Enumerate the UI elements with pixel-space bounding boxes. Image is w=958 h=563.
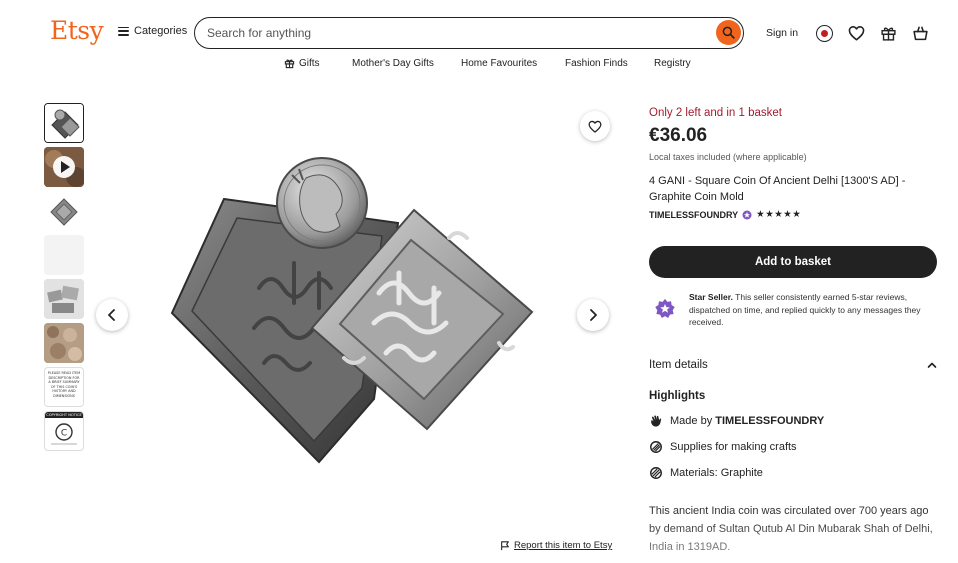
stock-notice: Only 2 left and in 1 basket <box>649 107 782 119</box>
shop-info: TIMELESSFOUNDRY ★★★★★ <box>649 209 801 220</box>
search-icon <box>722 26 735 39</box>
gallery-thumbnail-copyright[interactable]: COPYRIGHT NOTICE C <box>44 411 84 451</box>
subnav-label: Fashion Finds <box>565 58 628 69</box>
sign-in-link[interactable]: Sign in <box>766 27 798 39</box>
subnav-mothers-day[interactable]: Mother's Day Gifts <box>352 58 434 69</box>
thumbnail-image <box>44 191 84 231</box>
categories-menu-button[interactable]: Categories <box>118 25 187 37</box>
item-details-label: Item details <box>649 359 708 371</box>
made-by-prefix: Made by <box>670 415 713 427</box>
thumbnail-image <box>44 235 84 275</box>
add-to-basket-button[interactable]: Add to basket <box>649 246 937 278</box>
svg-text:C: C <box>61 429 67 439</box>
heart-icon <box>848 26 864 41</box>
basket-icon <box>912 26 928 41</box>
tax-note: Local taxes included (where applicable) <box>649 152 807 162</box>
highlight-supplies: Supplies for making crafts <box>649 440 797 454</box>
item-details-toggle[interactable]: Item details <box>649 359 937 371</box>
chevron-right-icon <box>590 309 597 321</box>
gallery-thumbnail[interactable] <box>44 235 84 275</box>
thumbnail-image <box>44 279 84 319</box>
copyright-icon: C <box>51 423 77 445</box>
thumbnail-image <box>44 323 84 363</box>
thumbnail-image <box>44 147 84 187</box>
subnav-label: Registry <box>654 58 691 69</box>
star-seller-icon <box>655 298 675 318</box>
sub-navigation: Gifts Mother's Day Gifts Home Favourites… <box>0 58 958 72</box>
star-seller-badge-icon <box>742 210 752 219</box>
basket-button[interactable] <box>909 22 931 44</box>
search-bar <box>194 17 744 49</box>
thumbnail-image <box>45 104 83 142</box>
gallery-thumbnail[interactable] <box>44 279 84 319</box>
subnav-label: Mother's Day Gifts <box>352 58 434 69</box>
gallery-thumbnail[interactable] <box>44 323 84 363</box>
heart-icon <box>588 120 602 133</box>
chevron-up-icon <box>927 362 937 368</box>
categories-label: Categories <box>134 25 188 37</box>
made-by-text: Made by TIMELESSFOUNDRY <box>670 415 824 427</box>
star-seller-label: Star Seller. <box>689 292 733 302</box>
subnav-label: Gifts <box>299 58 320 69</box>
subnav-label: Home Favourites <box>461 58 538 69</box>
chevron-left-icon <box>108 309 115 321</box>
report-label: Report this item to Etsy <box>514 540 613 551</box>
product-price: €36.06 <box>649 125 708 146</box>
hand-wave-icon <box>651 415 662 427</box>
product-description: This ancient India coin was circulated o… <box>649 505 933 553</box>
etsy-logo[interactable]: Etsy <box>50 16 104 45</box>
supplies-text: Supplies for making crafts <box>670 441 797 453</box>
favourites-button[interactable] <box>845 22 867 44</box>
subnav-home-favourites[interactable]: Home Favourites <box>461 58 537 69</box>
subnav-gifts[interactable]: Gifts <box>284 58 320 69</box>
shop-name-link[interactable]: TIMELESSFOUNDRY <box>649 210 738 220</box>
highlight-made-by: Made by TIMELESSFOUNDRY <box>649 414 824 428</box>
gift-button[interactable] <box>877 22 899 44</box>
region-flag-icon <box>815 24 833 42</box>
gallery-thumbnail-video[interactable] <box>44 147 84 187</box>
search-input[interactable] <box>207 24 697 42</box>
gallery-thumbnail[interactable] <box>44 191 84 231</box>
previous-image-button[interactable] <box>96 299 128 331</box>
gift-icon <box>880 26 896 41</box>
highlights-heading: Highlights <box>649 390 706 402</box>
region-button[interactable] <box>813 22 835 44</box>
add-to-favourites-button[interactable] <box>580 111 610 141</box>
hamburger-icon <box>118 26 129 36</box>
gift-icon <box>284 59 295 69</box>
gallery-thumbnail[interactable] <box>44 103 84 143</box>
next-image-button[interactable] <box>577 299 609 331</box>
star-seller-text: Star Seller. This seller consistently ea… <box>689 291 937 329</box>
coin-mold-image <box>170 157 534 464</box>
subnav-fashion-finds[interactable]: Fashion Finds <box>565 58 628 69</box>
highlight-materials: Materials: Graphite <box>649 466 763 480</box>
rating-stars: ★★★★★ <box>756 209 802 220</box>
subnav-registry[interactable]: Registry <box>654 58 691 69</box>
made-by-shop-link[interactable]: TIMELESSFOUNDRY <box>715 415 824 427</box>
search-button[interactable] <box>716 20 741 45</box>
notice-text: PLEASE READ ITEM DESCRIPTION FOR A BRIEF… <box>47 371 81 398</box>
supplies-icon <box>650 441 662 453</box>
gallery-thumbnail-notice[interactable]: PLEASE READ ITEM DESCRIPTION FOR A BRIEF… <box>44 367 84 407</box>
materials-text: Materials: Graphite <box>670 467 763 479</box>
product-main-image <box>94 103 616 523</box>
flag-icon <box>501 540 509 550</box>
product-title: 4 GANI - Square Coin Of Ancient Delhi [1… <box>649 175 906 203</box>
materials-icon <box>650 467 662 479</box>
report-item-link[interactable]: Report this item to Etsy <box>500 540 612 551</box>
